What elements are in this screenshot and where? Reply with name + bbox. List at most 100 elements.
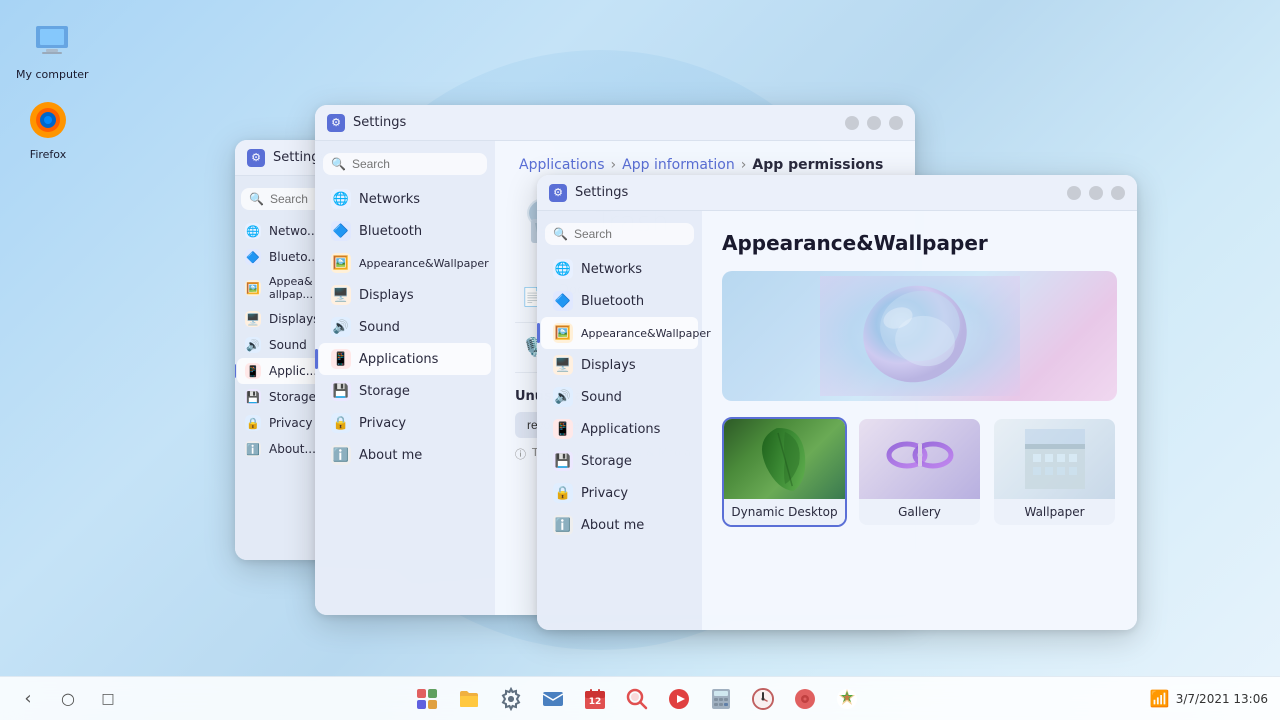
taskbar-music[interactable]	[787, 681, 823, 717]
wallpaper-option-wallpaper[interactable]: Wallpaper	[992, 417, 1117, 527]
back-button[interactable]: ‹	[12, 683, 44, 715]
sound-icon-bg: 🔊	[245, 337, 261, 353]
minimize-btn-front[interactable]: ─	[1067, 186, 1081, 200]
sidebar-item-displays-mid[interactable]: 🖥️ Displays	[319, 279, 491, 311]
sidebar-item-privacy-mid[interactable]: 🔒 Privacy	[319, 407, 491, 439]
sidebar-front: 🔍 🌐 Networks 🔷 Bluetooth 🖼️ Appearance&W…	[537, 211, 702, 630]
taskbar-email[interactable]	[535, 681, 571, 717]
taskbar-launcher[interactable]	[409, 681, 445, 717]
sidebar-item-sound-front[interactable]: 🔊 Sound	[541, 381, 698, 413]
settings-icon-front: ⚙	[549, 184, 567, 202]
bluetooth-icon-mid: 🔷	[331, 221, 351, 241]
bluetooth-icon-bg: 🔷	[245, 249, 261, 265]
appearance-icon-mid: 🖼️	[331, 253, 351, 273]
displays-icon-bg: 🖥️	[245, 311, 261, 327]
settings-window-front: ⚙ Settings ─ □ ✕ 🔍 🌐 Networks 🔷 Bluetoot…	[537, 175, 1137, 630]
taskbar-files[interactable]	[451, 681, 487, 717]
sidebar-item-about-mid[interactable]: ℹ️ About me	[319, 439, 491, 471]
about-icon-mid: ℹ️	[331, 445, 351, 465]
firefox-icon	[24, 96, 72, 144]
storage-icon-mid: 💾	[331, 381, 351, 401]
wallpaper-option-gallery[interactable]: Gallery	[857, 417, 982, 527]
sidebar-item-networks-mid[interactable]: 🌐 Networks	[319, 183, 491, 215]
dynamic-desktop-thumb	[724, 419, 845, 499]
taskbar: ‹ ○ □	[0, 676, 1280, 720]
info-icon: ⓘ	[515, 446, 526, 462]
wallpaper-options-grid: Dynamic Desktop	[722, 417, 1117, 527]
taskbar-clock[interactable]	[745, 681, 781, 717]
privacy-icon-front: 🔒	[553, 483, 573, 503]
titlebar-mid: ⚙ Settings ─ □ ✕	[315, 105, 915, 141]
search-icon-bg: 🔍	[249, 192, 264, 206]
active-bar-mid	[315, 349, 318, 369]
wallpaper-thumb	[994, 419, 1115, 499]
settings-icon-mid: ⚙	[327, 114, 345, 132]
sidebar-item-appearance-front[interactable]: 🖼️ Appearance&Wallpaper	[541, 317, 698, 349]
taskbar-search[interactable]	[619, 681, 655, 717]
close-btn-front[interactable]: ✕	[1111, 186, 1125, 200]
sidebar-item-appearance-mid[interactable]: 🖼️ Appearance&Wallpaper	[319, 247, 491, 279]
sound-icon-front: 🔊	[553, 387, 573, 407]
home-button[interactable]: ○	[52, 683, 84, 715]
sidebar-item-privacy-front[interactable]: 🔒 Privacy	[541, 477, 698, 509]
front-layout: 🔍 🌐 Networks 🔷 Bluetooth 🖼️ Appearance&W…	[537, 211, 1137, 630]
sidebar-item-storage-front[interactable]: 💾 Storage	[541, 445, 698, 477]
breadcrumb-part3: App permissions	[752, 157, 883, 173]
search-input-mid[interactable]	[352, 157, 479, 171]
storage-icon-bg: 💾	[245, 389, 261, 405]
breadcrumb-part1[interactable]: Applications	[519, 157, 605, 173]
applications-icon-bg: 📱	[245, 363, 261, 379]
system-clock: 3/7/2021 13:06	[1176, 692, 1268, 706]
my-computer-icon	[28, 16, 76, 64]
maximize-btn-front[interactable]: □	[1089, 186, 1103, 200]
maximize-btn-mid[interactable]: □	[867, 116, 881, 130]
sidebar-item-networks-front[interactable]: 🌐 Networks	[541, 253, 698, 285]
desktop-icon-my-computer[interactable]: My computer	[10, 10, 95, 87]
taskbar-calendar[interactable]: 12	[577, 681, 613, 717]
firefox-label: Firefox	[30, 148, 66, 161]
titlebar-front: ⚙ Settings ─ □ ✕	[537, 175, 1137, 211]
taskbar-settings[interactable]	[493, 681, 529, 717]
gallery-icon	[885, 430, 955, 488]
sidebar-item-applications-mid[interactable]: 📱 Applications	[319, 343, 491, 375]
wallpaper-option-dynamic[interactable]: Dynamic Desktop	[722, 417, 847, 527]
sidebar-item-about-front[interactable]: ℹ️ About me	[541, 509, 698, 541]
minimize-btn-mid[interactable]: ─	[845, 116, 859, 130]
settings-icon-bg: ⚙	[247, 149, 265, 167]
privacy-icon-mid: 🔒	[331, 413, 351, 433]
svg-text:12: 12	[589, 697, 602, 707]
taskbar-media[interactable]	[661, 681, 697, 717]
search-icon-front: 🔍	[553, 227, 568, 241]
search-bar-mid[interactable]: 🔍	[323, 153, 487, 175]
desktop-icon-firefox[interactable]: Firefox	[18, 90, 78, 167]
networks-icon-mid: 🌐	[331, 189, 351, 209]
sidebar-item-sound-mid[interactable]: 🔊 Sound	[319, 311, 491, 343]
taskbar-calculator[interactable]	[703, 681, 739, 717]
sidebar-item-bluetooth-mid[interactable]: 🔷 Bluetooth	[319, 215, 491, 247]
search-bar-front[interactable]: 🔍	[545, 223, 694, 245]
search-input-front[interactable]	[574, 227, 686, 241]
sidebar-item-storage-mid[interactable]: 💾 Storage	[319, 375, 491, 407]
window-title-front: Settings	[575, 185, 1059, 200]
window-title-mid: Settings	[353, 115, 837, 130]
breadcrumb-part2[interactable]: App information	[622, 157, 735, 173]
sidebar-item-displays-front[interactable]: 🖥️ Displays	[541, 349, 698, 381]
active-bar-front	[537, 323, 540, 343]
sidebar-item-bluetooth-front[interactable]: 🔷 Bluetooth	[541, 285, 698, 317]
applications-icon-front: 📱	[553, 419, 573, 439]
my-computer-label: My computer	[16, 68, 89, 81]
taskbar-system: 📶 3/7/2021 13:06	[1150, 689, 1268, 708]
about-icon-bg: ℹ️	[245, 441, 261, 457]
appearance-title: Appearance&Wallpaper	[722, 231, 1117, 255]
taskbar-nav: ‹ ○ □	[12, 683, 124, 715]
recent-button[interactable]: □	[92, 683, 124, 715]
breadcrumb-sep2: ›	[741, 157, 747, 173]
window-controls-mid: ─ □ ✕	[845, 116, 903, 130]
appearance-content: Appearance&Wallpaper	[702, 211, 1137, 630]
taskbar-apps: 12	[124, 681, 1150, 717]
close-btn-mid[interactable]: ✕	[889, 116, 903, 130]
search-icon-mid: 🔍	[331, 157, 346, 171]
sidebar-item-applications-front[interactable]: 📱 Applications	[541, 413, 698, 445]
taskbar-photos[interactable]	[829, 681, 865, 717]
appearance-icon-bg: 🖼️	[245, 280, 261, 296]
